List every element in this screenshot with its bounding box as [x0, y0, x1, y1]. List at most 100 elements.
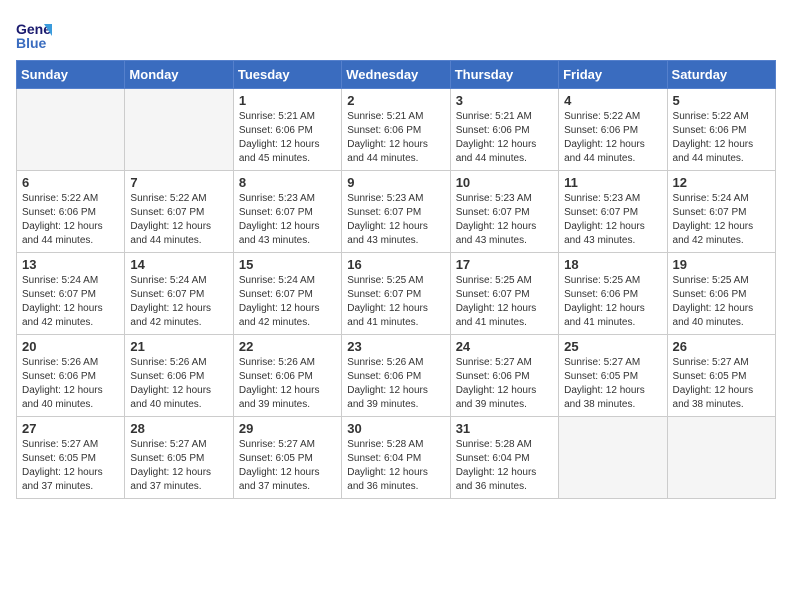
svg-text:Blue: Blue — [16, 35, 47, 51]
day-info: Sunrise: 5:21 AM Sunset: 6:06 PM Dayligh… — [456, 110, 553, 166]
logo: General Blue — [16, 16, 56, 52]
calendar-cell: 17 Sunrise: 5:25 AM Sunset: 6:07 PM Dayli… — [450, 253, 558, 335]
day-info: Sunrise: 5:27 AM Sunset: 6:05 PM Dayligh… — [22, 438, 119, 494]
day-number: 19 — [673, 257, 770, 272]
calendar-cell: 10 Sunrise: 5:23 AM Sunset: 6:07 PM Dayli… — [450, 171, 558, 253]
day-info: Sunrise: 5:23 AM Sunset: 6:07 PM Dayligh… — [564, 192, 661, 248]
day-info: Sunrise: 5:23 AM Sunset: 6:07 PM Dayligh… — [347, 192, 444, 248]
day-info: Sunrise: 5:27 AM Sunset: 6:05 PM Dayligh… — [564, 356, 661, 412]
day-info: Sunrise: 5:26 AM Sunset: 6:06 PM Dayligh… — [239, 356, 336, 412]
day-info: Sunrise: 5:27 AM Sunset: 6:05 PM Dayligh… — [130, 438, 227, 494]
day-number: 29 — [239, 421, 336, 436]
day-number: 14 — [130, 257, 227, 272]
day-header-friday: Friday — [559, 61, 667, 89]
calendar-cell: 16 Sunrise: 5:25 AM Sunset: 6:07 PM Dayli… — [342, 253, 450, 335]
calendar-cell — [667, 417, 775, 499]
calendar-cell: 4 Sunrise: 5:22 AM Sunset: 6:06 PM Daylig… — [559, 89, 667, 171]
day-number: 22 — [239, 339, 336, 354]
day-info: Sunrise: 5:24 AM Sunset: 6:07 PM Dayligh… — [239, 274, 336, 330]
day-info: Sunrise: 5:24 AM Sunset: 6:07 PM Dayligh… — [130, 274, 227, 330]
day-info: Sunrise: 5:23 AM Sunset: 6:07 PM Dayligh… — [239, 192, 336, 248]
day-info: Sunrise: 5:23 AM Sunset: 6:07 PM Dayligh… — [456, 192, 553, 248]
day-info: Sunrise: 5:26 AM Sunset: 6:06 PM Dayligh… — [130, 356, 227, 412]
calendar-week-row: 27Sunrise: 5:27 AM Sunset: 6:05 PM Dayli… — [17, 417, 776, 499]
calendar-cell: 19 Sunrise: 5:25 AM Sunset: 6:06 PM Dayli… — [667, 253, 775, 335]
calendar-cell: 24 Sunrise: 5:27 AM Sunset: 6:06 PM Dayli… — [450, 335, 558, 417]
day-number: 12 — [673, 175, 770, 190]
logo-icon: General Blue — [16, 16, 52, 52]
day-info: Sunrise: 5:22 AM Sunset: 6:07 PM Dayligh… — [130, 192, 227, 248]
day-number: 15 — [239, 257, 336, 272]
day-number: 24 — [456, 339, 553, 354]
calendar-cell — [17, 89, 125, 171]
day-number: 8 — [239, 175, 336, 190]
calendar-cell: 27Sunrise: 5:27 AM Sunset: 6:05 PM Dayli… — [17, 417, 125, 499]
day-number: 25 — [564, 339, 661, 354]
day-number: 28 — [130, 421, 227, 436]
calendar-cell: 28 Sunrise: 5:27 AM Sunset: 6:05 PM Dayli… — [125, 417, 233, 499]
day-info: Sunrise: 5:27 AM Sunset: 6:05 PM Dayligh… — [673, 356, 770, 412]
day-info: Sunrise: 5:27 AM Sunset: 6:05 PM Dayligh… — [239, 438, 336, 494]
calendar-cell — [559, 417, 667, 499]
day-info: Sunrise: 5:27 AM Sunset: 6:06 PM Dayligh… — [456, 356, 553, 412]
calendar-week-row: 6 Sunrise: 5:22 AM Sunset: 6:06 PM Daylig… — [17, 171, 776, 253]
calendar-cell: 2Sunrise: 5:21 AM Sunset: 6:06 PM Daylig… — [342, 89, 450, 171]
day-info: Sunrise: 5:26 AM Sunset: 6:06 PM Dayligh… — [347, 356, 444, 412]
day-number: 5 — [673, 93, 770, 108]
day-info: Sunrise: 5:25 AM Sunset: 6:06 PM Dayligh… — [673, 274, 770, 330]
calendar-cell: 23 Sunrise: 5:26 AM Sunset: 6:06 PM Dayli… — [342, 335, 450, 417]
day-number: 20 — [22, 339, 119, 354]
calendar-week-row: 20 Sunrise: 5:26 AM Sunset: 6:06 PM Dayli… — [17, 335, 776, 417]
day-info: Sunrise: 5:26 AM Sunset: 6:06 PM Dayligh… — [22, 356, 119, 412]
day-number: 4 — [564, 93, 661, 108]
day-header-saturday: Saturday — [667, 61, 775, 89]
day-info: Sunrise: 5:22 AM Sunset: 6:06 PM Dayligh… — [673, 110, 770, 166]
day-number: 10 — [456, 175, 553, 190]
calendar-cell: 31 Sunrise: 5:28 AM Sunset: 6:04 PM Dayli… — [450, 417, 558, 499]
day-info: Sunrise: 5:24 AM Sunset: 6:07 PM Dayligh… — [22, 274, 119, 330]
day-header-sunday: Sunday — [17, 61, 125, 89]
calendar-week-row: 1Sunrise: 5:21 AM Sunset: 6:06 PM Daylig… — [17, 89, 776, 171]
calendar-cell: 9Sunrise: 5:23 AM Sunset: 6:07 PM Daylig… — [342, 171, 450, 253]
day-info: Sunrise: 5:25 AM Sunset: 6:06 PM Dayligh… — [564, 274, 661, 330]
day-info: Sunrise: 5:25 AM Sunset: 6:07 PM Dayligh… — [347, 274, 444, 330]
calendar-cell: 8 Sunrise: 5:23 AM Sunset: 6:07 PM Daylig… — [233, 171, 341, 253]
calendar-cell: 1Sunrise: 5:21 AM Sunset: 6:06 PM Daylig… — [233, 89, 341, 171]
calendar-cell: 14 Sunrise: 5:24 AM Sunset: 6:07 PM Dayli… — [125, 253, 233, 335]
day-number: 6 — [22, 175, 119, 190]
calendar-cell: 5 Sunrise: 5:22 AM Sunset: 6:06 PM Daylig… — [667, 89, 775, 171]
day-header-tuesday: Tuesday — [233, 61, 341, 89]
calendar-cell: 13 Sunrise: 5:24 AM Sunset: 6:07 PM Dayli… — [17, 253, 125, 335]
day-number: 17 — [456, 257, 553, 272]
calendar-cell: 20 Sunrise: 5:26 AM Sunset: 6:06 PM Dayli… — [17, 335, 125, 417]
day-number: 16 — [347, 257, 444, 272]
day-header-thursday: Thursday — [450, 61, 558, 89]
day-number: 18 — [564, 257, 661, 272]
day-number: 13 — [22, 257, 119, 272]
page-header: General Blue — [16, 16, 776, 52]
calendar-cell: 29 Sunrise: 5:27 AM Sunset: 6:05 PM Dayli… — [233, 417, 341, 499]
day-info: Sunrise: 5:21 AM Sunset: 6:06 PM Dayligh… — [239, 110, 336, 166]
calendar-cell: 22 Sunrise: 5:26 AM Sunset: 6:06 PM Dayli… — [233, 335, 341, 417]
calendar-table: SundayMondayTuesdayWednesdayThursdayFrid… — [16, 60, 776, 499]
day-info: Sunrise: 5:22 AM Sunset: 6:06 PM Dayligh… — [564, 110, 661, 166]
calendar-cell: 6 Sunrise: 5:22 AM Sunset: 6:06 PM Daylig… — [17, 171, 125, 253]
day-header-monday: Monday — [125, 61, 233, 89]
day-info: Sunrise: 5:22 AM Sunset: 6:06 PM Dayligh… — [22, 192, 119, 248]
day-number: 7 — [130, 175, 227, 190]
day-info: Sunrise: 5:24 AM Sunset: 6:07 PM Dayligh… — [673, 192, 770, 248]
calendar-cell: 25 Sunrise: 5:27 AM Sunset: 6:05 PM Dayli… — [559, 335, 667, 417]
day-header-wednesday: Wednesday — [342, 61, 450, 89]
calendar-cell: 15 Sunrise: 5:24 AM Sunset: 6:07 PM Dayli… — [233, 253, 341, 335]
day-number: 30 — [347, 421, 444, 436]
day-number: 3 — [456, 93, 553, 108]
day-info: Sunrise: 5:25 AM Sunset: 6:07 PM Dayligh… — [456, 274, 553, 330]
day-number: 11 — [564, 175, 661, 190]
day-number: 31 — [456, 421, 553, 436]
day-number: 2 — [347, 93, 444, 108]
day-number: 23 — [347, 339, 444, 354]
calendar-cell: 26Sunrise: 5:27 AM Sunset: 6:05 PM Dayli… — [667, 335, 775, 417]
calendar-cell: 3 Sunrise: 5:21 AM Sunset: 6:06 PM Daylig… — [450, 89, 558, 171]
day-info: Sunrise: 5:28 AM Sunset: 6:04 PM Dayligh… — [456, 438, 553, 494]
calendar-week-row: 13 Sunrise: 5:24 AM Sunset: 6:07 PM Dayli… — [17, 253, 776, 335]
